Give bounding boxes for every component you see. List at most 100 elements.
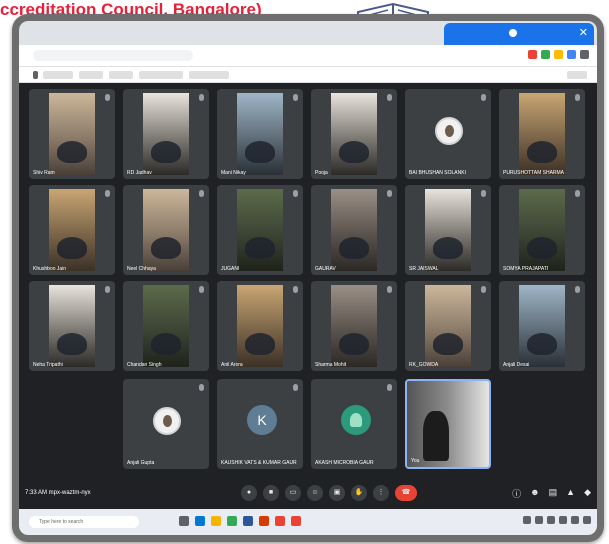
participant-tile[interactable]: BAI BHUSHAN SOLANKI <box>405 89 491 179</box>
lock-icon[interactable]: ◆ <box>584 487 591 500</box>
screen: ✕ Shiv Ram RD Jadhav Mani Nikay Pooja BA… <box>19 21 597 535</box>
battery-icon[interactable] <box>559 516 567 524</box>
participant-name: PURUSHOTTAM SHARMA <box>503 170 565 176</box>
participant-name: Anjali Desai <box>503 362 530 368</box>
extension-icons <box>528 50 589 59</box>
participant-video <box>425 189 471 271</box>
weather-icon[interactable] <box>523 516 531 524</box>
mic-status-icon <box>199 384 204 391</box>
participant-tile[interactable]: Anjali Gupta <box>123 379 209 469</box>
extension-icon[interactable] <box>528 50 537 59</box>
participant-video <box>49 285 95 367</box>
taskbar-search[interactable]: Type here to search <box>29 516 139 528</box>
end-call-icon[interactable]: ☎ <box>395 485 417 501</box>
participant-tile[interactable]: K KAUSHIK VATS & KUMAR GAUR <box>217 379 303 469</box>
participant-tile[interactable]: AKASH MICROBIA GAUR <box>311 379 397 469</box>
participant-tile[interactable]: Khushboo Jain <box>29 185 115 275</box>
people-icon[interactable]: ☻ <box>530 487 539 500</box>
chrome-icon[interactable] <box>227 516 237 526</box>
mic-status-icon <box>199 94 204 101</box>
mic-status-icon <box>293 286 298 293</box>
reading-list-item[interactable] <box>567 71 587 79</box>
mic-status-icon <box>387 94 392 101</box>
participant-tile[interactable]: RD Jadhav <box>123 89 209 179</box>
participant-tile[interactable]: Shiv Ram <box>29 89 115 179</box>
clock-icon[interactable] <box>571 516 579 524</box>
participant-tile[interactable]: PURUSHOTTAM SHARMA <box>499 89 585 179</box>
network-icon[interactable] <box>535 516 543 524</box>
task-view-icon[interactable] <box>179 516 189 526</box>
notifications-icon[interactable] <box>583 516 591 524</box>
address-bar[interactable] <box>33 50 193 61</box>
participant-video <box>425 285 471 367</box>
participant-tile[interactable]: Neel Chhaya <box>123 185 209 275</box>
mic-status-icon <box>387 384 392 391</box>
participant-tile[interactable]: SOMYA PRAJAPATI <box>499 185 585 275</box>
participant-video <box>519 189 565 271</box>
participant-video <box>519 285 565 367</box>
call-controls: ● ■ ▭ ☺ ▣ ✋ ⋮ ☎ <box>241 485 417 501</box>
raise-hand-icon[interactable]: ✋ <box>351 485 367 501</box>
participant-tile[interactable]: Pooja <box>311 89 397 179</box>
word-icon[interactable] <box>243 516 253 526</box>
participant-video <box>331 189 377 271</box>
volume-icon[interactable] <box>547 516 555 524</box>
participant-tile[interactable]: Sharma Mohit <box>311 281 397 371</box>
participant-video <box>49 189 95 271</box>
participant-name: You <box>411 458 420 464</box>
participant-tile[interactable]: SR JAISWAL <box>405 185 491 275</box>
mic-status-icon <box>387 286 392 293</box>
taskbar-apps <box>179 516 301 526</box>
participant-tile[interactable]: GAURAV <box>311 185 397 275</box>
participant-tile[interactable]: Chandan Singh <box>123 281 209 371</box>
apps-icon[interactable] <box>33 71 38 79</box>
captions-icon[interactable]: ▭ <box>285 485 301 501</box>
participant-name: SOMYA PRAJAPATI <box>503 266 549 272</box>
participant-name: Anil Arora <box>221 362 243 368</box>
info-icon[interactable]: ⓘ <box>512 487 521 500</box>
bookmark-item[interactable] <box>109 71 133 79</box>
participant-tile[interactable]: Neha Tripathi <box>29 281 115 371</box>
participant-tile[interactable]: RK_GOWDA <box>405 281 491 371</box>
self-view-tile[interactable]: You <box>405 379 491 469</box>
profile-icon[interactable] <box>580 50 589 59</box>
participant-tile[interactable]: Anil Arora <box>217 281 303 371</box>
extension-icon[interactable] <box>541 50 550 59</box>
active-browser-tab[interactable]: ✕ <box>444 23 594 45</box>
participant-tile[interactable]: Mani Nikay <box>217 89 303 179</box>
present-icon[interactable]: ▣ <box>329 485 345 501</box>
participant-tile[interactable]: Anjali Desai <box>499 281 585 371</box>
bookmark-item[interactable] <box>189 71 229 79</box>
browser-toolbar <box>19 45 597 67</box>
mic-icon[interactable]: ● <box>241 485 257 501</box>
app-icon[interactable] <box>291 516 301 526</box>
edge-icon[interactable] <box>195 516 205 526</box>
extension-icon[interactable] <box>554 50 563 59</box>
bookmark-item[interactable] <box>139 71 183 79</box>
participant-video <box>519 93 565 175</box>
chat-icon[interactable]: ▤ <box>549 487 558 500</box>
powerpoint-icon[interactable] <box>259 516 269 526</box>
participant-video <box>49 93 95 175</box>
app-icon[interactable] <box>275 516 285 526</box>
participant-tile[interactable]: JUGANI <box>217 185 303 275</box>
participant-name: JUGANI <box>221 266 240 272</box>
bookmark-item[interactable] <box>43 71 73 79</box>
emoji-icon[interactable]: ☺ <box>307 485 323 501</box>
mic-status-icon <box>199 286 204 293</box>
close-icon[interactable]: ✕ <box>579 26 588 39</box>
participant-name: GAURAV <box>315 266 336 272</box>
participant-name: RK_GOWDA <box>409 362 439 368</box>
activities-icon[interactable]: ▲ <box>566 487 575 500</box>
mic-status-icon <box>481 190 486 197</box>
camera-icon[interactable]: ■ <box>263 485 279 501</box>
mic-status-icon <box>575 94 580 101</box>
extension-icon[interactable] <box>567 50 576 59</box>
browser-titlebar: ✕ <box>19 21 597 45</box>
bookmarks-bar <box>19 67 597 83</box>
bookmark-item[interactable] <box>79 71 103 79</box>
folder-icon[interactable] <box>211 516 221 526</box>
more-icon[interactable]: ⋮ <box>373 485 389 501</box>
participant-video <box>237 189 283 271</box>
participant-name: Anjali Gupta <box>127 460 155 466</box>
